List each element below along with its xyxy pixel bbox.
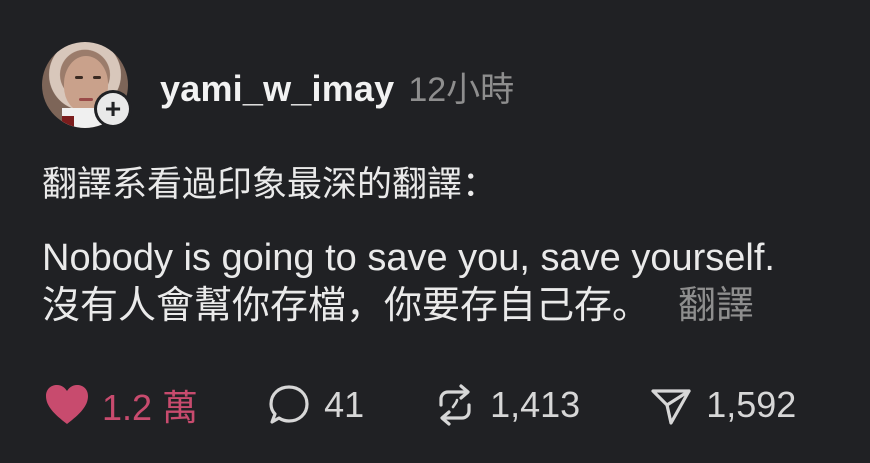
quote-chinese-line: 沒有人會幫你存檔，你要存自己存。 翻譯 xyxy=(42,282,862,330)
username[interactable]: yami_w_imay xyxy=(160,68,394,110)
follow-button[interactable]: + xyxy=(94,90,132,128)
comment-button[interactable]: 41 xyxy=(264,380,364,430)
repost-button[interactable]: 1,413 xyxy=(430,380,580,430)
plus-icon: + xyxy=(97,93,129,125)
heart-icon xyxy=(42,380,92,430)
post-time: 12小時 xyxy=(408,71,515,109)
post-header: yami_w_imay 12小時 xyxy=(160,62,514,109)
paper-plane-icon xyxy=(646,380,696,430)
avatar-collar-detail xyxy=(62,116,74,128)
comment-count: 41 xyxy=(324,384,365,425)
share-count: 1,592 xyxy=(706,384,797,425)
post-quote: Nobody is going to save you, save yourse… xyxy=(42,234,862,330)
action-bar: 1.2 萬 41 1,413 1,592 xyxy=(42,380,862,430)
avatar-eye-left xyxy=(75,76,83,79)
translate-link[interactable]: 翻譯 xyxy=(678,285,754,327)
repost-icon xyxy=(430,380,480,430)
post-text-line: 翻譯系看過印象最深的翻譯： xyxy=(42,165,498,204)
like-count: 1.2 萬 xyxy=(102,387,199,428)
avatar-area: + xyxy=(42,42,142,132)
like-button[interactable]: 1.2 萬 xyxy=(42,379,198,431)
avatar-mouth xyxy=(79,98,93,101)
quote-english: Nobody is going to save you, save yourse… xyxy=(42,237,775,279)
quote-chinese: 沒有人會幫你存檔，你要存自己存。 xyxy=(42,285,651,327)
avatar-eye-right xyxy=(93,76,101,79)
share-button[interactable]: 1,592 xyxy=(646,380,796,430)
repost-count: 1,413 xyxy=(490,384,581,425)
comment-bubble-icon xyxy=(264,380,314,430)
post-body: 翻譯系看過印象最深的翻譯： Nobody is going to save yo… xyxy=(42,160,862,330)
